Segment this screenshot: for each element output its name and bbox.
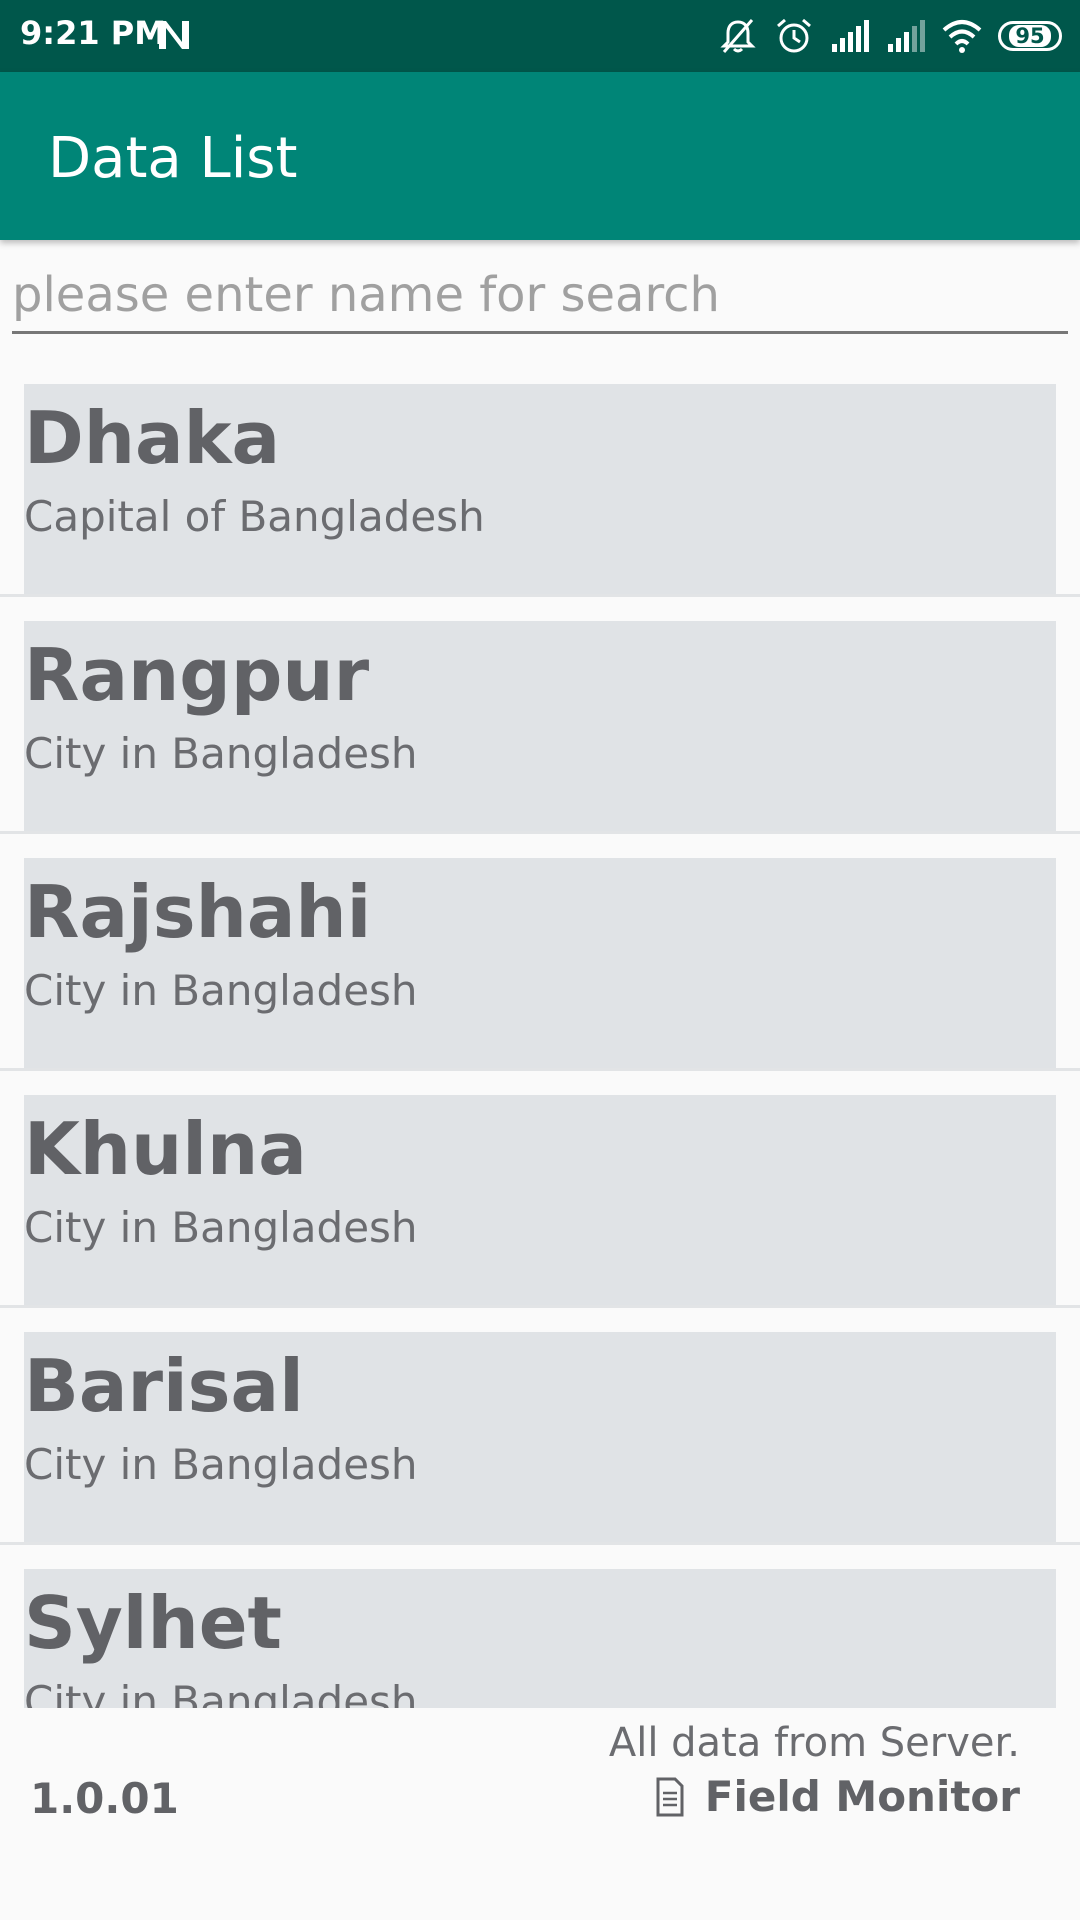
item-description: City in Bangladesh bbox=[24, 1677, 418, 1708]
list-item-card[interactable]: Sylhet City in Bangladesh bbox=[24, 1569, 1056, 1708]
wifi-icon bbox=[942, 20, 982, 53]
footer-note: All data from Server. bbox=[608, 1720, 1020, 1766]
item-description: City in Bangladesh bbox=[24, 1203, 418, 1252]
app-bar: Data List bbox=[0, 72, 1080, 240]
item-description: City in Bangladesh bbox=[24, 1440, 418, 1489]
item-name: Sylhet bbox=[24, 1581, 282, 1665]
list-item[interactable]: Dhaka Capital of Bangladesh bbox=[0, 384, 1080, 621]
status-time: 9:21 PM bbox=[20, 14, 167, 52]
item-description: City in Bangladesh bbox=[24, 729, 418, 778]
status-icons: 95 bbox=[718, 14, 1062, 58]
item-name: Barisal bbox=[24, 1344, 304, 1428]
search-input[interactable] bbox=[12, 258, 1068, 334]
item-name: Khulna bbox=[24, 1107, 307, 1191]
divider bbox=[0, 831, 1080, 834]
alarm-icon bbox=[777, 18, 811, 53]
divider bbox=[0, 1068, 1080, 1071]
signal-icon-2 bbox=[888, 20, 925, 52]
item-description: City in Bangladesh bbox=[24, 966, 418, 1015]
battery-level: 95 bbox=[1009, 25, 1051, 47]
item-name: Rajshahi bbox=[24, 870, 372, 954]
signal-icon bbox=[832, 20, 869, 52]
list-item-card[interactable]: Dhaka Capital of Bangladesh bbox=[24, 384, 1056, 594]
data-list[interactable]: Dhaka Capital of Bangladesh Rangpur City… bbox=[0, 384, 1080, 1708]
divider bbox=[0, 594, 1080, 597]
bell-muted-icon bbox=[720, 19, 756, 53]
divider bbox=[0, 1305, 1080, 1308]
brand-name: Field Monitor bbox=[704, 1772, 1020, 1821]
list-item[interactable]: Rajshahi City in Bangladesh bbox=[0, 858, 1080, 1095]
divider bbox=[0, 1542, 1080, 1545]
brand: Field Monitor bbox=[655, 1772, 1020, 1821]
page-title: Data List bbox=[48, 126, 298, 191]
list-item[interactable]: Rangpur City in Bangladesh bbox=[0, 621, 1080, 858]
status-bar: 9:21 PM 95 bbox=[0, 0, 1080, 72]
list-item[interactable]: Khulna City in Bangladesh bbox=[0, 1095, 1080, 1332]
item-name: Dhaka bbox=[24, 396, 281, 480]
list-item[interactable]: Barisal City in Bangladesh bbox=[0, 1332, 1080, 1569]
version-label: 1.0.01 bbox=[30, 1774, 179, 1823]
list-item-card[interactable]: Rangpur City in Bangladesh bbox=[24, 621, 1056, 831]
item-description: Capital of Bangladesh bbox=[24, 492, 485, 541]
footer: All data from Server. 1.0.01 Field Monit… bbox=[0, 1708, 1080, 1920]
list-item-card[interactable]: Rajshahi City in Bangladesh bbox=[24, 858, 1056, 1068]
battery-icon: 95 bbox=[998, 21, 1062, 51]
n-notification-icon bbox=[159, 21, 189, 49]
item-name: Rangpur bbox=[24, 633, 370, 717]
document-icon bbox=[656, 1777, 684, 1816]
list-item[interactable]: Sylhet City in Bangladesh bbox=[0, 1569, 1080, 1708]
list-item-card[interactable]: Barisal City in Bangladesh bbox=[24, 1332, 1056, 1542]
list-item-card[interactable]: Khulna City in Bangladesh bbox=[24, 1095, 1056, 1305]
